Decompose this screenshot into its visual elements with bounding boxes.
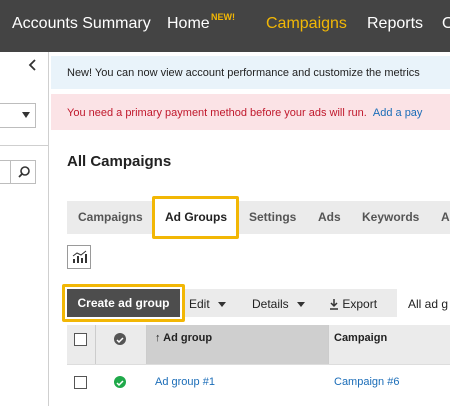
nav-campaigns[interactable]: Campaigns — [266, 15, 347, 33]
tab-settings[interactable]: Settings — [249, 210, 296, 224]
details-label: Details — [252, 297, 289, 311]
warning-message: You need a primary payment method before… — [67, 107, 367, 119]
tab-keywords[interactable]: Keywords — [362, 210, 419, 224]
nav-overflow[interactable]: O — [442, 15, 450, 33]
add-payment-link[interactable]: Add a pay — [373, 107, 423, 119]
search-button[interactable] — [10, 161, 36, 183]
chart-icon — [72, 250, 87, 263]
tab-ads[interactable]: Ads — [318, 210, 341, 224]
ad-group-link[interactable]: Ad group #1 — [155, 376, 215, 388]
details-menu[interactable]: Details — [252, 297, 305, 311]
column-ad-group[interactable]: ↑ Ad group — [155, 332, 212, 344]
nav-accounts-summary[interactable]: Accounts Summary — [12, 15, 151, 33]
sorted-column-header[interactable] — [146, 325, 328, 364]
filter-dropdown[interactable]: All ad g — [408, 297, 448, 311]
select-all-checkbox[interactable] — [74, 333, 87, 346]
status-column-icon — [114, 333, 126, 345]
account-dropdown[interactable] — [0, 103, 36, 128]
collapse-panel-icon[interactable] — [28, 58, 36, 74]
column-campaign[interactable]: Campaign — [334, 332, 387, 344]
chevron-down-icon — [296, 302, 305, 308]
page-title: All Campaigns — [67, 153, 172, 170]
export-label: Export — [342, 297, 378, 311]
nav-reports[interactable]: Reports — [367, 15, 423, 33]
new-badge: NEW! — [211, 12, 235, 22]
export-button[interactable]: Export — [329, 297, 377, 311]
tab-campaigns[interactable]: Campaigns — [78, 210, 143, 224]
edit-label: Edit — [189, 297, 210, 311]
divider — [0, 145, 49, 146]
chevron-down-icon — [22, 112, 30, 118]
status-enabled-icon — [114, 376, 126, 388]
chart-toggle-button[interactable] — [67, 245, 91, 269]
sort-up-icon: ↑ — [155, 332, 161, 344]
info-banner-text: New! You can now view account performanc… — [67, 67, 420, 79]
warning-banner-text: You need a primary payment method before… — [67, 107, 422, 119]
column-ad-group-label: Ad group — [163, 332, 213, 344]
row-checkbox[interactable] — [74, 376, 87, 389]
nav-home[interactable]: Home NEW! — [167, 12, 235, 33]
create-ad-group-button[interactable]: Create ad group — [67, 289, 180, 317]
top-navigation: Accounts Summary Home NEW! Campaigns Rep… — [0, 0, 450, 52]
edit-menu[interactable]: Edit — [189, 297, 226, 311]
nav-home-label: Home — [167, 15, 210, 32]
chevron-down-icon — [217, 302, 226, 308]
tab-ad-groups-label: Ad Groups — [165, 210, 227, 224]
download-icon — [330, 299, 338, 310]
campaign-link[interactable]: Campaign #6 — [334, 376, 399, 388]
search-icon — [18, 166, 30, 178]
tab-overflow[interactable]: A — [441, 210, 450, 224]
